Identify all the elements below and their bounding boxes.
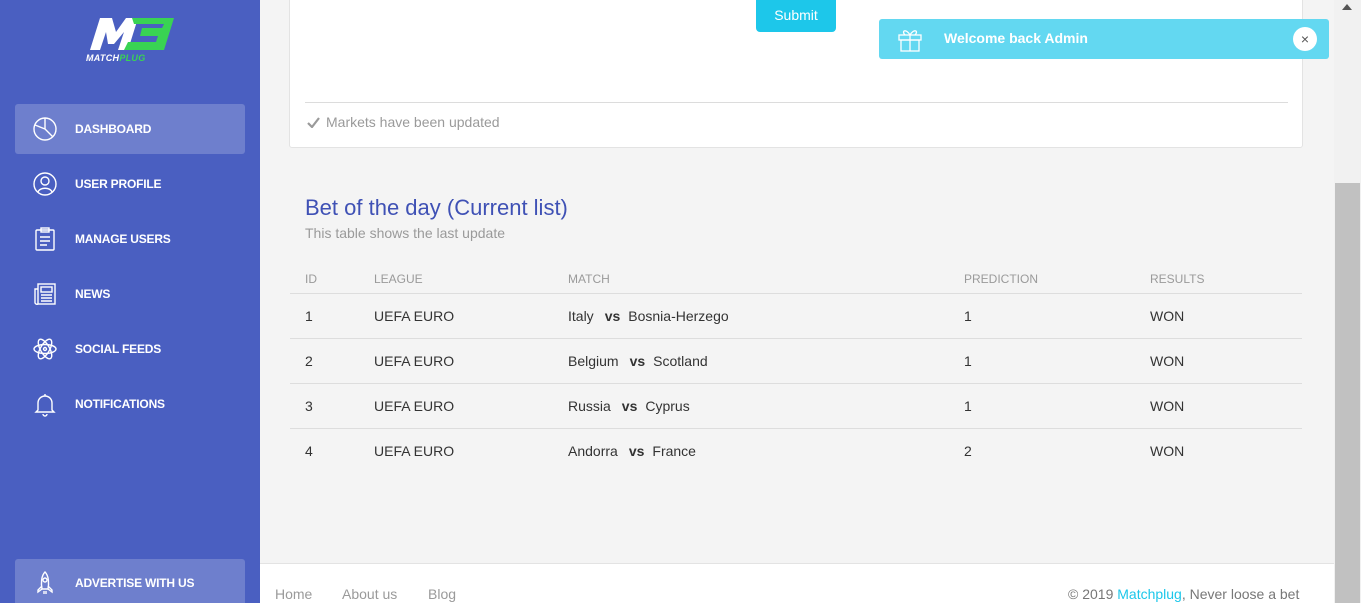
cell-match: Italy vs Bosnia-Herzego	[568, 308, 729, 324]
vs-label: vs	[628, 443, 645, 459]
sidebar-item-label: NEWS	[75, 287, 111, 301]
cell-match: Andorra vs France	[568, 443, 696, 459]
sidebar-item-label: SOCIAL FEEDS	[75, 342, 162, 356]
sidebar-item-advertise[interactable]: ADVERTISE WITH US	[15, 559, 245, 603]
sidebar-item-dashboard[interactable]: DASHBOARD	[15, 104, 245, 154]
atom-icon	[15, 336, 75, 362]
welcome-toast: Welcome back Admin ×	[879, 19, 1329, 59]
cell-result: WON	[1150, 398, 1185, 414]
sidebar-item-label: ADVERTISE WITH US	[75, 576, 195, 590]
copyright-brand-link[interactable]: Matchplug	[1117, 586, 1182, 602]
vs-label: vs	[604, 308, 621, 324]
copyright-prefix: © 2019	[1068, 586, 1118, 602]
cell-id: 4	[305, 443, 313, 459]
rocket-icon	[15, 570, 75, 596]
column-header-id: ID	[305, 272, 317, 286]
cell-league: UEFA EURO	[374, 353, 455, 369]
table-row: 2 UEFA EURO Belgium vs Scotland 1 WON	[290, 339, 1302, 384]
column-header-match: MATCH	[568, 272, 610, 286]
away-team: Scotland	[653, 353, 708, 369]
toast-username: Admin	[1044, 30, 1088, 46]
gift-icon	[898, 30, 922, 52]
toast-message: Welcome back Admin	[944, 30, 1088, 46]
cell-league: UEFA EURO	[374, 398, 455, 414]
cell-id: 2	[305, 353, 313, 369]
cell-result: WON	[1150, 308, 1185, 324]
cell-id: 1	[305, 308, 313, 324]
scrollbar[interactable]	[1334, 0, 1361, 603]
sidebar-item-user-profile[interactable]: USER PROFILE	[15, 159, 245, 209]
home-team: Russia	[568, 398, 611, 414]
logo-wordmark: MATCHPLUG	[86, 53, 146, 63]
home-team: Andorra	[568, 443, 618, 459]
user-icon	[15, 171, 75, 197]
column-header-league: LEAGUE	[374, 272, 423, 286]
bell-icon	[15, 391, 75, 417]
cell-prediction: 1	[964, 308, 972, 324]
page-footer: Home About us Blog © 2019 Matchplug, Nev…	[260, 563, 1334, 603]
sidebar-item-manage-users[interactable]: MANAGE USERS	[15, 214, 245, 264]
scroll-up-arrow-icon[interactable]	[1342, 4, 1352, 10]
pie-chart-icon	[15, 116, 75, 142]
sidebar-item-social-feeds[interactable]: SOCIAL FEEDS	[15, 324, 245, 374]
cell-result: WON	[1150, 353, 1185, 369]
home-team: Belgium	[568, 353, 619, 369]
cell-prediction: 1	[964, 353, 972, 369]
logo-word-match: MATCH	[86, 53, 120, 63]
cell-league: UEFA EURO	[374, 308, 455, 324]
sidebar-item-notifications[interactable]: NOTIFICATIONS	[15, 379, 245, 429]
close-icon[interactable]: ×	[1293, 27, 1317, 51]
vs-label: vs	[621, 398, 638, 414]
home-team: Italy	[568, 308, 594, 324]
logo-word-plug: PLUG	[119, 53, 146, 63]
table-row: 3 UEFA EURO Russia vs Cyprus 1 WON	[290, 384, 1302, 429]
sidebar-item-label: MANAGE USERS	[75, 232, 171, 246]
cell-id: 3	[305, 398, 313, 414]
cell-result: WON	[1150, 443, 1185, 459]
clipboard-icon	[15, 226, 75, 252]
table-header: ID LEAGUE MATCH PREDICTION RESULTS	[290, 263, 1302, 294]
cell-prediction: 2	[964, 443, 972, 459]
sidebar-item-label: NOTIFICATIONS	[75, 397, 165, 411]
scrollbar-thumb[interactable]	[1335, 183, 1360, 603]
cell-league: UEFA EURO	[374, 443, 455, 459]
away-team: Cyprus	[645, 398, 690, 414]
column-header-results: RESULTS	[1150, 272, 1205, 286]
footer-link-home[interactable]: Home	[275, 586, 312, 602]
copyright: © 2019 Matchplug, Never loose a bet	[1068, 586, 1299, 602]
submit-button[interactable]: Submit	[756, 0, 836, 32]
away-team: Bosnia-Herzego	[628, 308, 729, 324]
newspaper-icon	[15, 281, 75, 307]
card-footer: Markets have been updated	[307, 114, 500, 130]
bets-table: ID LEAGUE MATCH PREDICTION RESULTS 1 UEF…	[290, 263, 1302, 474]
card-divider	[305, 102, 1288, 103]
markets-updated-text: Markets have been updated	[326, 114, 500, 130]
cell-match: Belgium vs Scotland	[568, 353, 708, 369]
table-row: 1 UEFA EURO Italy vs Bosnia-Herzego 1 WON	[290, 294, 1302, 339]
page-subtitle: This table shows the last update	[305, 225, 506, 241]
sidebar-item-label: DASHBOARD	[75, 122, 152, 136]
table-row: 4 UEFA EURO Andorra vs France 2 WON	[290, 429, 1302, 474]
column-header-prediction: PREDICTION	[964, 272, 1039, 286]
cell-match: Russia vs Cyprus	[568, 398, 690, 414]
toast-message-prefix: Welcome back	[944, 30, 1045, 46]
cell-prediction: 1	[964, 398, 972, 414]
footer-link-blog[interactable]: Blog	[428, 586, 456, 602]
page-title: Bet of the day (Current list)	[305, 195, 568, 220]
footer-link-about[interactable]: About us	[342, 586, 397, 602]
away-team: France	[652, 443, 696, 459]
sidebar-item-news[interactable]: NEWS	[15, 269, 245, 319]
vs-label: vs	[629, 353, 646, 369]
check-icon	[307, 116, 320, 128]
sidebar-item-label: USER PROFILE	[75, 177, 162, 191]
copyright-suffix: , Never loose a bet	[1181, 586, 1300, 602]
sidebar: MATCHPLUG DASHBOARD USER PROFILE MANAGE …	[0, 0, 260, 603]
